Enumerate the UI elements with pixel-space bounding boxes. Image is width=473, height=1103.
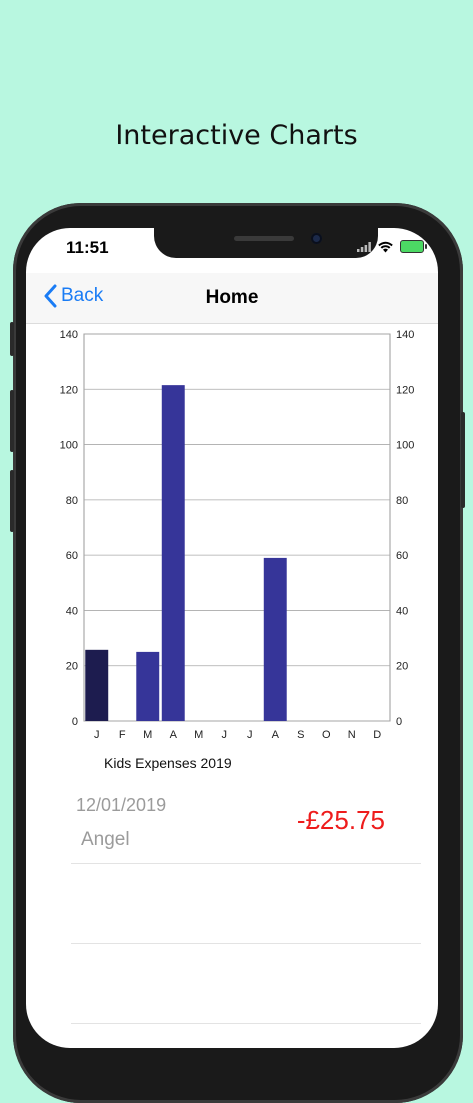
y-tick-label-right: 140 (396, 329, 414, 341)
y-tick-label-right: 20 (396, 661, 408, 673)
power-button (461, 412, 465, 508)
app-screen: 11:51 Back Home 0 0 20 20 40 40 60 60 80 80 100 100… (26, 228, 438, 1048)
nav-bar: Back Home (26, 273, 438, 324)
x-tick-label: J (94, 729, 100, 741)
y-tick-label-left: 140 (60, 329, 78, 341)
y-tick-label-right: 60 (396, 550, 408, 562)
x-tick-label: S (297, 729, 304, 741)
nav-title: Home (205, 287, 259, 308)
x-tick-label: O (322, 729, 331, 741)
y-tick-label-left: 60 (66, 550, 78, 562)
front-camera (311, 233, 322, 244)
signal-icon (357, 241, 371, 252)
transaction-date: 12/01/2019 (76, 795, 167, 815)
x-tick-label: D (373, 729, 381, 741)
x-tick-label: J (247, 729, 253, 741)
x-tick-label: M (194, 729, 203, 741)
status-icons (357, 240, 427, 253)
x-tick-label: A (272, 729, 280, 741)
x-tick-label: F (119, 729, 126, 741)
mute-switch (10, 322, 14, 356)
y-tick-label-right: 40 (396, 605, 408, 617)
y-tick-label-right: 0 (396, 716, 402, 728)
y-tick-label-right: 80 (396, 495, 408, 507)
chart-caption: Kids Expenses 2019 (104, 755, 232, 771)
y-tick-label-left: 120 (60, 384, 78, 396)
chart-bar[interactable] (85, 649, 109, 721)
notch (154, 228, 378, 258)
chart-bar[interactable] (136, 651, 160, 721)
x-tick-label: J (222, 729, 228, 741)
volume-up-button (10, 390, 14, 452)
battery-icon (400, 240, 427, 253)
y-tick-label-right: 100 (396, 440, 414, 452)
y-tick-label-left: 40 (66, 605, 78, 617)
speaker (234, 236, 294, 241)
bar-chart-svg: 0 0 20 20 40 40 60 60 80 80 100 100 120 120 140 140 J F M A… (60, 329, 415, 741)
y-tick-label-left: 80 (66, 495, 78, 507)
transaction-row[interactable] (71, 943, 421, 1024)
transaction-amount: -£25.75 (296, 805, 385, 835)
transaction-row[interactable] (71, 863, 421, 944)
y-tick-label-right: 120 (396, 384, 414, 396)
y-tick-label-left: 100 (60, 440, 78, 452)
y-tick-label-left: 20 (66, 661, 78, 673)
chart-bar[interactable] (263, 557, 287, 721)
plot-frame (83, 333, 391, 722)
transaction-row[interactable]: 12/01/2019 Angel -£25.75 (71, 783, 421, 864)
bar-chart[interactable]: 0 0 20 20 40 40 60 60 80 80 100 100 120 120 140 140 J F M A… (26, 324, 438, 784)
volume-down-button (10, 470, 14, 532)
x-tick-label: N (348, 729, 356, 741)
x-tick-label: A (170, 729, 178, 741)
transaction-name: Angel (81, 829, 130, 850)
y-tick-label-left: 0 (72, 716, 78, 728)
wifi-icon (378, 241, 393, 252)
chart-bar[interactable] (161, 385, 185, 721)
promo-title: Interactive Charts (115, 120, 358, 151)
status-time: 11:51 (66, 238, 109, 257)
x-tick-label: M (143, 729, 152, 741)
